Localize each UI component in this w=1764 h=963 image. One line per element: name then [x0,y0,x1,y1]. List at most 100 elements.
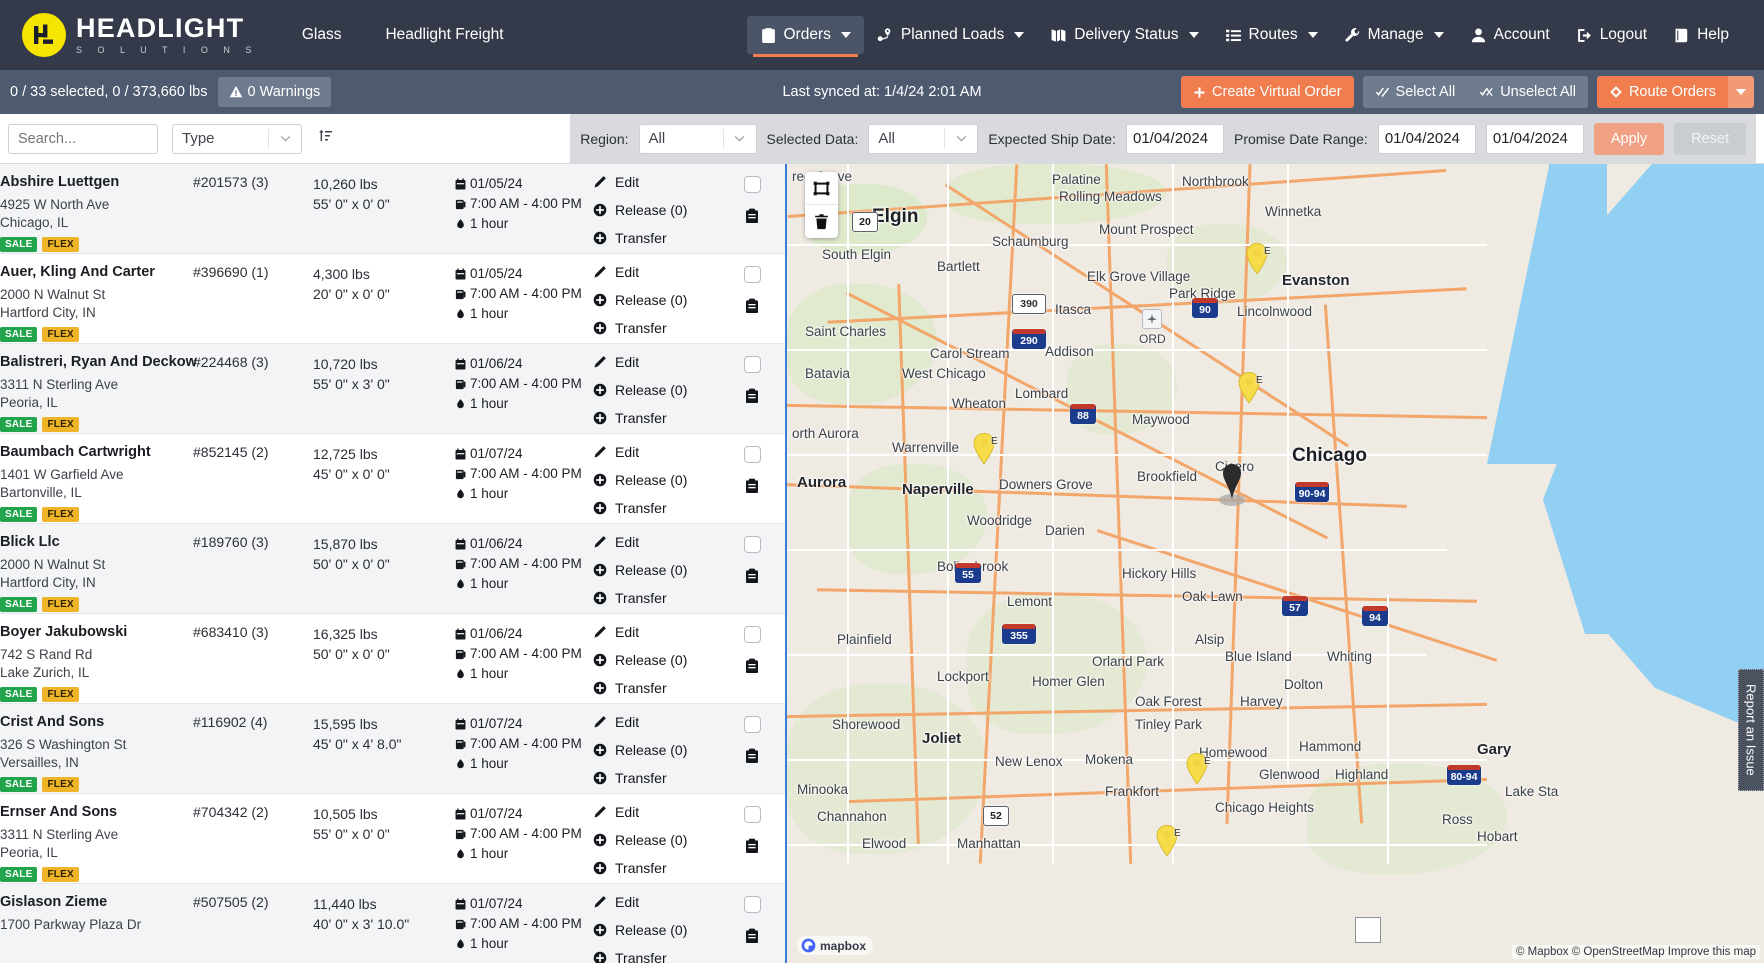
brand-logo[interactable]: HEADLIGHT S O L U T I O N S [22,13,258,57]
transfer-order-action[interactable]: Transfer [593,500,723,516]
edit-order-label: Edit [615,534,639,550]
order-select-checkbox[interactable] [744,626,761,643]
order-select-checkbox[interactable] [744,356,761,373]
release-order-action[interactable]: Release (0) [593,742,723,758]
route-orders-button[interactable]: Route Orders [1597,76,1728,108]
nav-item-help[interactable]: Help [1660,16,1742,54]
region-select[interactable]: All [639,124,757,154]
order-select-checkbox[interactable] [744,266,761,283]
order-copy-icon[interactable] [745,928,759,949]
release-order-action[interactable]: Release (0) [593,562,723,578]
promise-date-range-label: Promise Date Range: [1234,131,1368,147]
edit-order-action[interactable]: Edit [593,534,723,550]
order-row[interactable]: Baumbach Cartwright 1401 W Garfield Ave … [0,434,785,524]
create-virtual-order-button[interactable]: Create Virtual Order [1181,76,1353,108]
order-select-checkbox[interactable] [744,896,761,913]
promise-date-end-input[interactable] [1486,124,1584,154]
order-copy-icon[interactable] [745,748,759,769]
order-select-checkbox[interactable] [744,446,761,463]
order-row[interactable]: Gislason Zieme 1700 Parkway Plaza Dr #50… [0,884,785,963]
order-select-checkbox[interactable] [744,806,761,823]
airplane-icon [1146,313,1158,325]
edit-order-action[interactable]: Edit [593,174,723,190]
edit-order-action[interactable]: Edit [593,714,723,730]
order-duration-line: 1 hour [455,394,593,414]
unselect-all-button[interactable]: Unselect All [1467,76,1588,108]
transfer-order-action[interactable]: Transfer [593,410,723,426]
order-copy-icon[interactable] [745,478,759,499]
promise-date-start-input[interactable] [1378,124,1476,154]
order-customer-cell: Boyer Jakubowski 742 S Rand Rd Lake Zuri… [0,624,193,703]
order-row[interactable]: Ernser And Sons 3311 N Sterling Ave Peor… [0,794,785,884]
reset-filters-button[interactable]: Reset [1674,123,1746,155]
map-route-shield: 390 [1012,294,1046,314]
nav-link-headlight-freight[interactable]: Headlight Freight [385,26,503,44]
release-order-action[interactable]: Release (0) [593,652,723,668]
select-all-button[interactable]: Select All [1363,76,1468,108]
release-order-action[interactable]: Release (0) [593,472,723,488]
nav-item-routes[interactable]: Routes [1212,16,1331,54]
edit-order-action[interactable]: Edit [593,894,723,910]
nav-link-glass[interactable]: Glass [302,26,342,44]
map-order-pin[interactable]: E [1185,752,1209,785]
map-attribution[interactable]: © Mapbox © OpenStreetMap Improve this ma… [1512,945,1760,959]
nav-item-orders[interactable]: Orders [747,16,864,54]
release-order-action[interactable]: Release (0) [593,292,723,308]
apply-filters-button[interactable]: Apply [1594,123,1664,155]
order-copy-icon[interactable] [745,658,759,679]
edit-order-action[interactable]: Edit [593,264,723,280]
nav-item-planned-loads[interactable]: Planned Loads [864,16,1037,54]
order-copy-icon[interactable] [745,298,759,319]
release-order-action[interactable]: Release (0) [593,922,723,938]
order-row[interactable]: Balistreri, Ryan And Deckow 3311 N Sterl… [0,344,785,434]
expected-ship-date-input[interactable] [1126,124,1224,154]
release-order-action[interactable]: Release (0) [593,202,723,218]
map-order-pin[interactable]: E [1155,824,1179,857]
transfer-order-action[interactable]: Transfer [593,860,723,876]
type-select[interactable]: Type [172,124,302,154]
order-copy-icon[interactable] [745,388,759,409]
transfer-order-action[interactable]: Transfer [593,680,723,696]
nav-item-logout[interactable]: Logout [1563,16,1660,54]
mapbox-logo[interactable]: mapbox [797,936,873,955]
selected-data-select[interactable]: All [868,124,978,154]
transfer-order-action[interactable]: Transfer [593,590,723,606]
edit-order-action[interactable]: Edit [593,354,723,370]
transfer-order-action[interactable]: Transfer [593,770,723,786]
order-select-checkbox[interactable] [744,176,761,193]
delete-shape-tool[interactable] [805,205,838,238]
edit-order-action[interactable]: Edit [593,804,723,820]
nav-item-account[interactable]: Account [1457,16,1563,54]
transfer-order-action[interactable]: Transfer [593,320,723,336]
report-issue-tab[interactable]: Report an Issue [1738,669,1764,791]
release-order-action[interactable]: Release (0) [593,382,723,398]
order-copy-icon[interactable] [745,568,759,589]
search-input[interactable] [8,124,158,154]
order-select-checkbox[interactable] [744,536,761,553]
map-order-pin[interactable]: E [972,432,996,465]
edit-order-action[interactable]: Edit [593,444,723,460]
route-orders-dropdown-toggle[interactable] [1728,76,1754,108]
order-address-line2: Peoria, IL [0,394,193,412]
edit-order-action[interactable]: Edit [593,624,723,640]
warnings-button[interactable]: 0 Warnings [218,77,332,107]
draw-polygon-tool[interactable] [805,172,838,205]
order-row[interactable]: Blick Llc 2000 N Walnut St Hartford City… [0,524,785,614]
release-order-action[interactable]: Release (0) [593,832,723,848]
map-panel[interactable]: ree GroveElginSouth ElginBartlettSchaumb… [785,164,1764,963]
calendar-icon [455,718,466,731]
nav-item-manage[interactable]: Manage [1331,16,1457,54]
order-row[interactable]: Abshire Luettgen 4925 W North Ave Chicag… [0,164,785,254]
transfer-order-action[interactable]: Transfer [593,950,723,963]
order-copy-icon[interactable] [745,838,759,859]
orders-list[interactable]: Abshire Luettgen 4925 W North Ave Chicag… [0,164,785,963]
order-copy-icon[interactable] [745,208,759,229]
transfer-order-action[interactable]: Transfer [593,230,723,246]
sort-icon[interactable] [316,127,334,150]
order-row[interactable]: Crist And Sons 326 S Washington St Versa… [0,704,785,794]
order-row[interactable]: Auer, Kling And Carter 2000 N Walnut St … [0,254,785,344]
order-row[interactable]: Boyer Jakubowski 742 S Rand Rd Lake Zuri… [0,614,785,704]
order-select-checkbox[interactable] [744,716,761,733]
nav-item-delivery-status[interactable]: Delivery Status [1037,16,1211,54]
lake-water-south [1577,564,1764,764]
